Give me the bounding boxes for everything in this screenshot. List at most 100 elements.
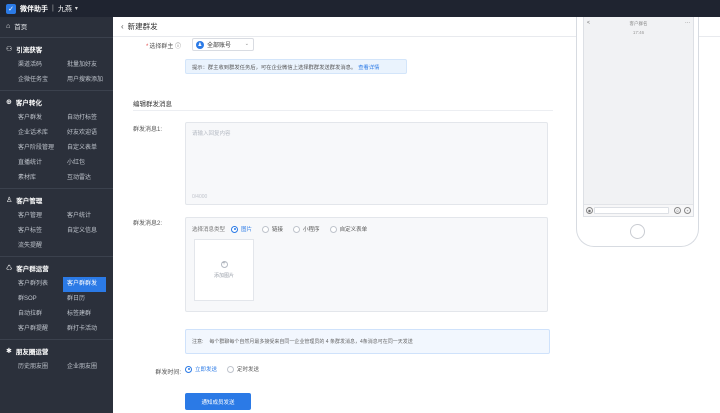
tip-detail-link[interactable]: 查看详情 <box>358 63 379 71</box>
image-upload-button[interactable]: + 添加图片 <box>194 239 254 301</box>
notice-label: 注意: <box>192 339 204 345</box>
corp-switcher[interactable]: 九燕 <box>58 4 72 14</box>
sidebar-group-traffic[interactable]: ⚇ 引流获客 <box>0 40 113 58</box>
app-logo-icon: ✓ <box>6 3 16 14</box>
sidebar-item-batch-add[interactable]: 批量加好友 <box>67 58 113 73</box>
sidebar-item-group-mass-send[interactable]: 客户群群发 <box>63 277 106 292</box>
top-bar: ✓ 微伴助手 | 九燕 ▾ <box>0 0 720 17</box>
sidebar-divider <box>0 256 113 257</box>
sidebar-item-mass-send[interactable]: 客户群发 <box>18 111 67 126</box>
sidebar-item-custom-info[interactable]: 自定义信息 <box>67 224 113 239</box>
plus-circle-icon: + <box>684 207 691 214</box>
sidebar-divider <box>0 339 113 340</box>
sidebar-item-task-treasure[interactable]: 企微任务宝 <box>18 73 67 88</box>
sidebar-item-custom-form[interactable]: 自定义表单 <box>67 141 113 156</box>
sidebar-item-corp-moments[interactable]: 企业朋友圈 <box>67 360 113 375</box>
group-title: 朋友圈运营 <box>15 349 49 356</box>
msg-type-miniprogram-radio[interactable]: 小程序 <box>293 225 320 233</box>
upload-label: 添加图片 <box>213 273 234 279</box>
sidebar: ⌂ 首页 ⚇ 引流获客 渠道活码 批量加好友 企微任务宝 用户搜索添加 ⊕ 客户… <box>0 17 113 413</box>
phone-chat-title: 客户群名 <box>629 21 648 26</box>
msg1-label: 群发消息1: <box>133 127 163 133</box>
sidebar-item-churn-alert[interactable]: 流失提醒 <box>18 239 67 254</box>
sidebar-item-customer-stats[interactable]: 客户统计 <box>67 209 113 224</box>
group-title: 客户群运营 <box>16 266 49 273</box>
title-separator: | <box>52 5 54 12</box>
sidebar-home-label: 首页 <box>14 24 28 31</box>
home-icon: ⌂ <box>6 22 11 30</box>
sidebar-item-customer-tags[interactable]: 客户标签 <box>18 224 67 239</box>
group-title: 客户管理 <box>16 198 43 205</box>
sidebar-item-customer-manage[interactable]: 客户管理 <box>18 209 67 224</box>
select-owner-label-text: 选择群主 <box>149 44 174 50</box>
sidebar-group-conversion[interactable]: ⊕ 客户转化 <box>0 93 113 111</box>
radio-label: 小程序 <box>303 227 320 233</box>
phone-chat-time: 17:46 <box>632 30 645 35</box>
msg2-box: 选择消息类型 图片 链接 小程序 自定义表单 + 添加图片 <box>185 217 548 312</box>
sidebar-item-group-calendar[interactable]: 群日历 <box>67 292 113 307</box>
conversion-icon: ⊕ <box>6 99 12 106</box>
sidebar-item-auto-tag[interactable]: 自动打标签 <box>67 111 113 126</box>
sidebar-group-moments[interactable]: ✱ 朋友圈运营 <box>0 342 113 360</box>
emoji-icon: ☺ <box>674 207 681 214</box>
back-arrow-icon[interactable]: ‹ <box>121 22 124 31</box>
radio-dot <box>293 225 301 233</box>
group-title: 引流获客 <box>16 47 43 54</box>
radio-dot <box>329 225 337 233</box>
required-mark: * <box>145 44 149 50</box>
notify-members-button[interactable]: 通知成员发送 <box>185 393 251 410</box>
group-owner-select[interactable]: ♟ 全部账号 ⌄ <box>192 38 254 51</box>
sidebar-item-tag-group[interactable]: 标签建群 <box>67 307 113 322</box>
sidebar-item-welcome-msg[interactable]: 好友欢迎语 <box>67 126 113 141</box>
send-time-label: 群发时间: <box>155 370 181 376</box>
sidebar-item-user-search[interactable]: 用户搜索添加 <box>67 73 113 88</box>
sidebar-item-group-list[interactable]: 客户群列表 <box>18 277 67 292</box>
voice-icon: ◉ <box>586 207 593 214</box>
send-now-radio[interactable]: 立即发送 <box>185 365 217 373</box>
sidebar-item-radar[interactable]: 互动雷达 <box>67 171 113 186</box>
group-chat-icon: ♺ <box>6 265 13 272</box>
phone-input-field <box>594 207 669 214</box>
sidebar-item-live-stats[interactable]: 直播统计 <box>18 156 67 171</box>
msg1-textarea[interactable]: 请输入回复内容 0/4000 <box>185 122 548 205</box>
radio-label: 立即发送 <box>195 367 218 373</box>
msg-type-form-radio[interactable]: 自定义表单 <box>329 225 367 233</box>
caret-down-icon[interactable]: ▾ <box>75 5 78 12</box>
sidebar-group-customer[interactable]: ♙ 客户管理 <box>0 191 113 209</box>
chevron-down-icon: ⌄ <box>244 41 249 47</box>
sidebar-item-group-sop[interactable]: 群SOP <box>18 292 67 307</box>
sidebar-item-group-alert[interactable]: 客户群提醒 <box>18 322 67 337</box>
sidebar-item-stage-manage[interactable]: 客户阶段管理 <box>18 141 67 156</box>
select-owner-label: *选择群主 ⓘ <box>123 41 181 50</box>
page-title: 新建群发 <box>127 22 158 31</box>
radio-dot <box>227 365 235 373</box>
traffic-icon: ⚇ <box>6 46 13 53</box>
moments-icon: ✱ <box>6 348 12 355</box>
select-value: 全部账号 <box>207 43 232 49</box>
notice-text: 每个群聊每个自然月最多接受来自同一企业管理员的 4 条群发消息，4条消息可在同一… <box>209 339 413 345</box>
sidebar-item-script-library[interactable]: 企业话术库 <box>18 126 67 141</box>
radio-dot <box>231 225 239 233</box>
radio-label: 链接 <box>272 227 284 233</box>
phone-preview: < ··· 客户群名 17:46 ◉ ☺ + <box>576 17 699 247</box>
help-icon[interactable]: ⓘ <box>173 44 181 50</box>
sidebar-divider <box>0 37 113 38</box>
send-scheduled-radio[interactable]: 定时发送 <box>227 365 259 373</box>
sidebar-item-red-packet[interactable]: 小红包 <box>67 156 113 171</box>
sidebar-item-auto-pull[interactable]: 自动拉群 <box>18 307 67 322</box>
sidebar-item-material[interactable]: 素材库 <box>18 171 67 186</box>
notice-box: 注意: 每个群聊每个自然月最多接受来自同一企业管理员的 4 条群发消息，4条消息… <box>185 329 550 354</box>
app-name: 微伴助手 <box>20 5 48 13</box>
msg-type-link-radio[interactable]: 链接 <box>262 225 283 233</box>
sidebar-item-channel-code[interactable]: 渠道活码 <box>18 58 67 73</box>
avatar-icon: ♟ <box>196 40 204 49</box>
sidebar-item-history-moments[interactable]: 历史朋友圈 <box>18 360 67 375</box>
plus-icon: + <box>220 261 228 268</box>
sidebar-group-groupchat[interactable]: ♺ 客户群运营 <box>0 259 113 277</box>
msg1-counter: 0/4000 <box>192 194 208 200</box>
send-time-row: 立即发送 定时发送 <box>185 365 269 373</box>
sidebar-item-home[interactable]: ⌂ 首页 <box>0 17 113 35</box>
msg-type-image-radio[interactable]: 图片 <box>231 225 252 233</box>
phone-screen: < ··· 客户群名 17:46 ◉ ☺ + <box>583 17 694 217</box>
sidebar-item-checkin[interactable]: 群打卡活动 <box>67 322 113 337</box>
